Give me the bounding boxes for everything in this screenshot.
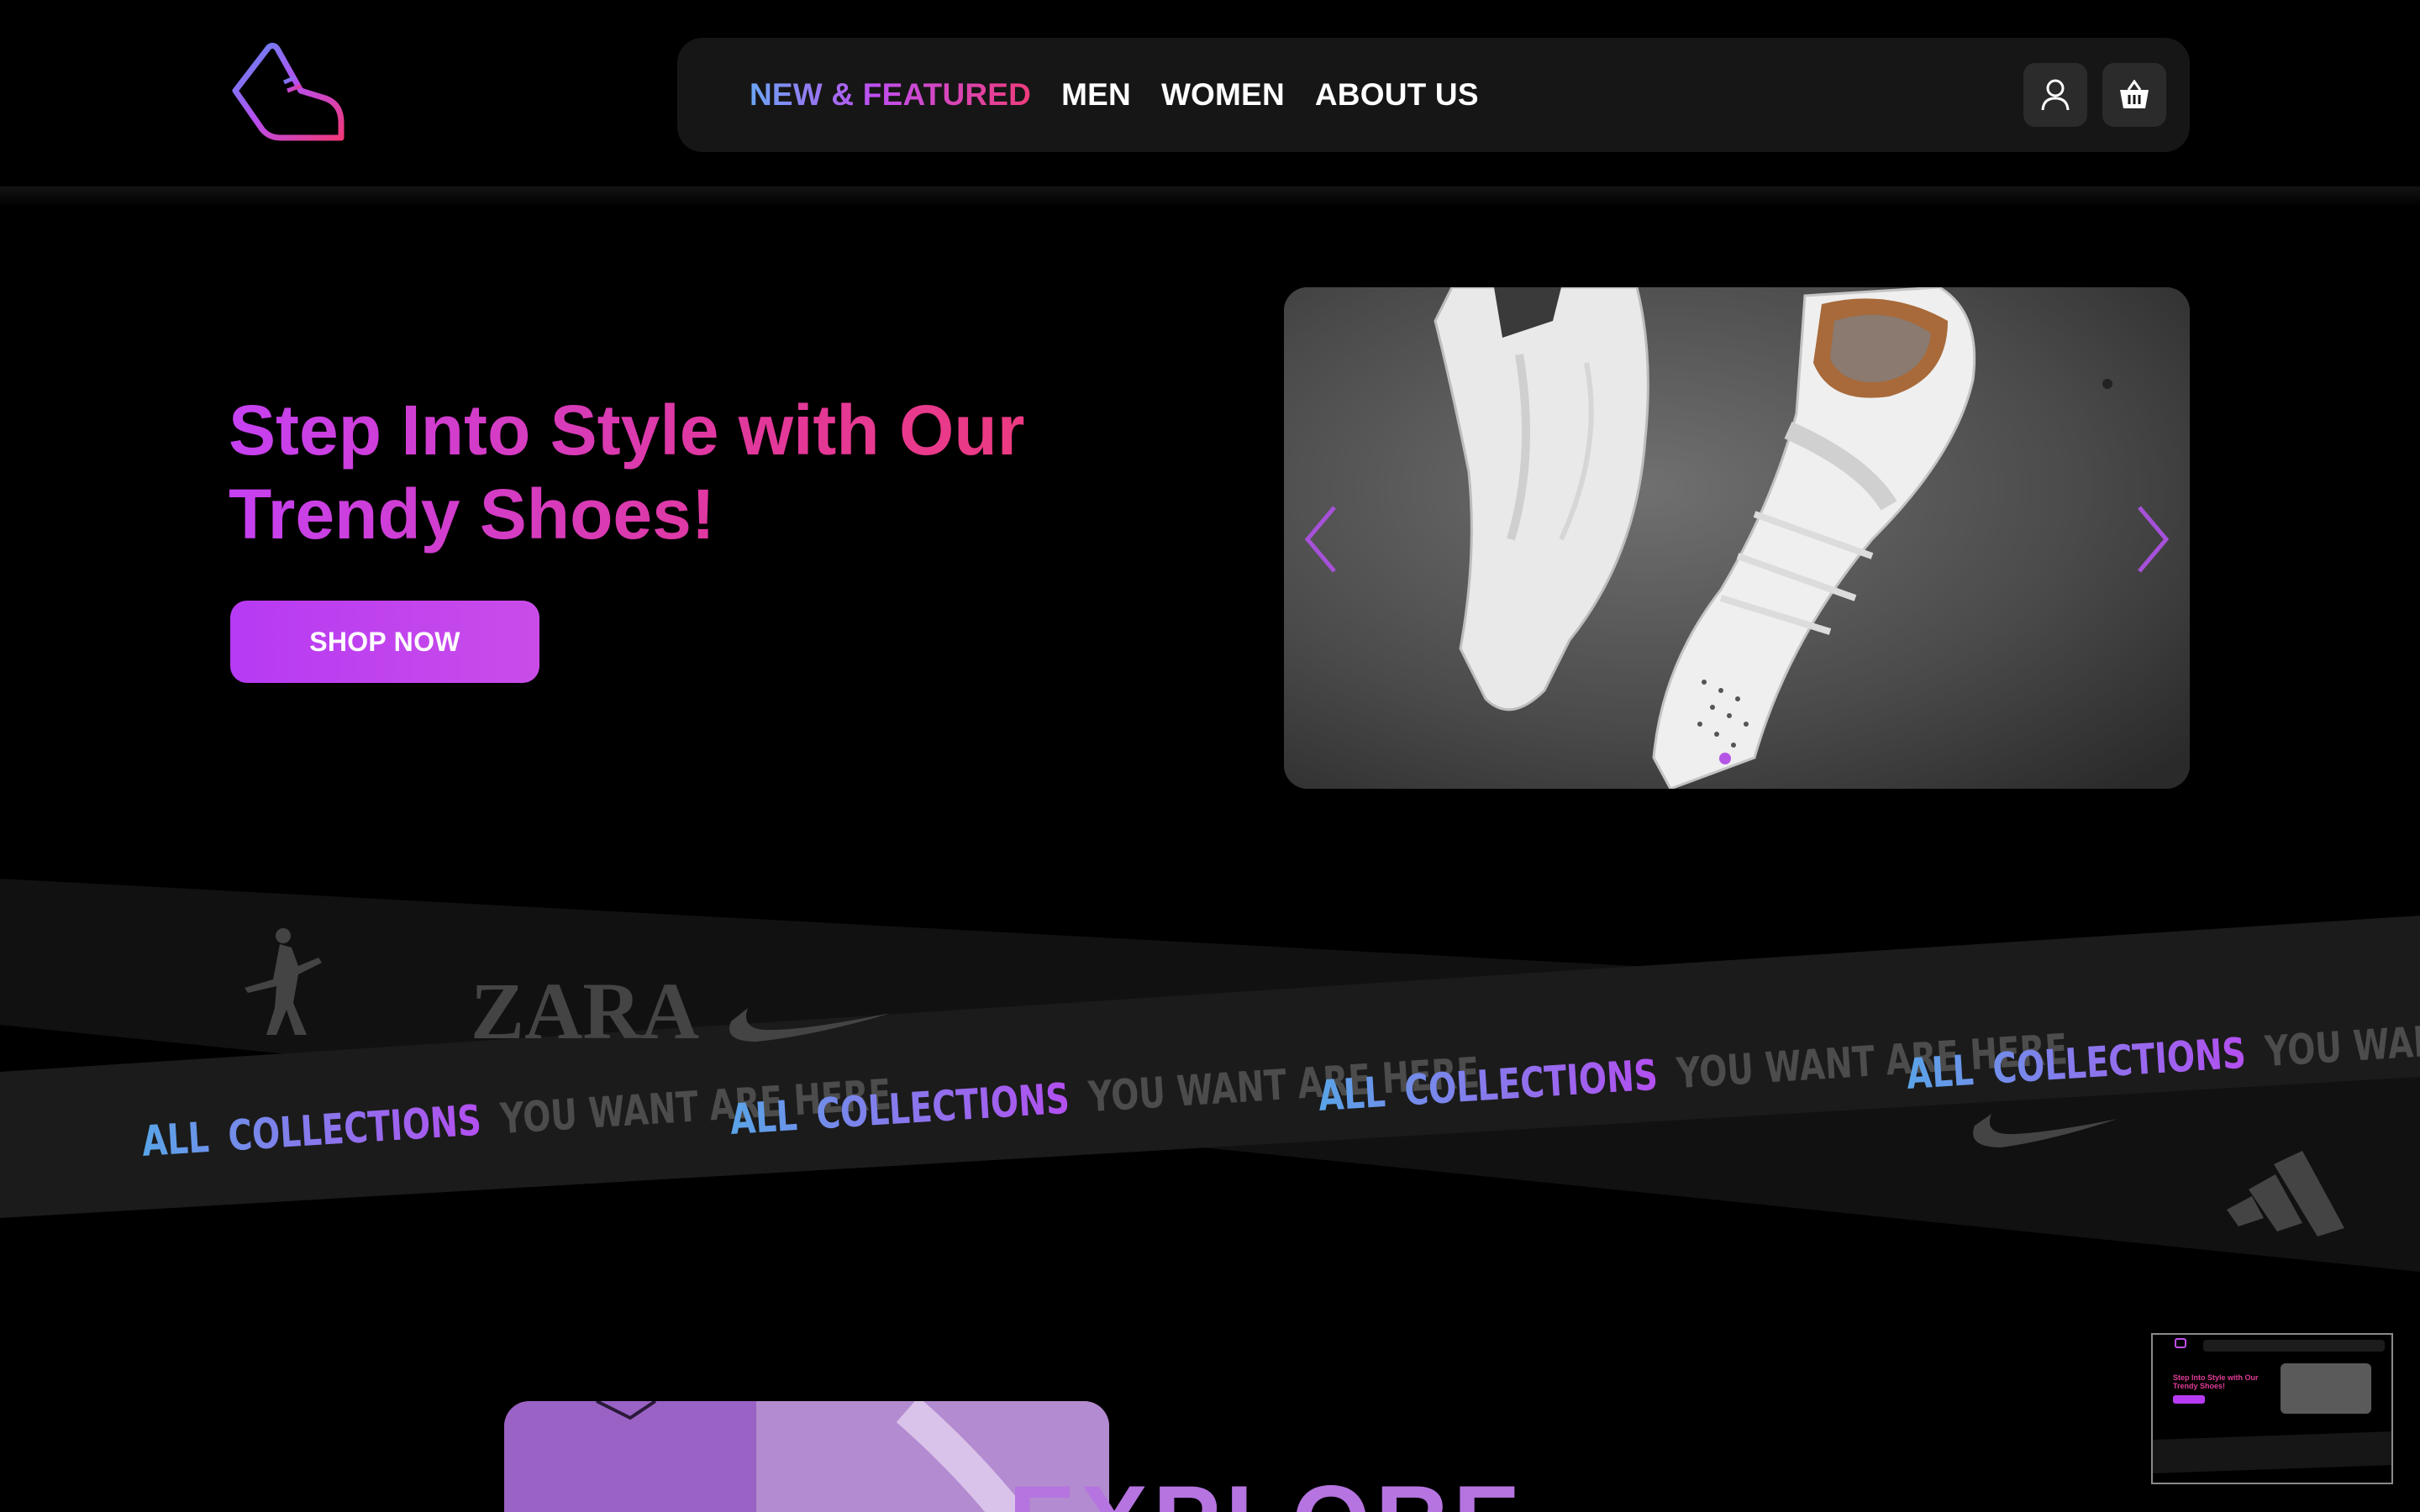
cart-button[interactable] [2102, 63, 2166, 127]
hero-title-line1: Step Into Style with Our [229, 391, 1025, 470]
page-minimap[interactable]: Step Into Style with Our Trendy Shoes! [2151, 1333, 2393, 1484]
mini-shop-button [2173, 1395, 2205, 1404]
mini-hero-title-line1: Step Into Style with Our [2173, 1373, 2259, 1382]
chevron-right-icon[interactable] [2128, 497, 2178, 581]
mini-hero-title: Step Into Style with Our Trendy Shoes! [2173, 1373, 2265, 1390]
user-account-button[interactable] [2023, 63, 2087, 127]
user-icon [2041, 79, 2070, 111]
basket-icon [2120, 80, 2149, 108]
hero-title: Step Into Style with Our Trendy Shoes! [229, 388, 1119, 556]
mini-hero-title-line2: Trendy Shoes! [2173, 1382, 2226, 1390]
site-header: NEW & FEATURED MEN WOMEN ABOUT US [0, 0, 2420, 192]
mini-carousel [2281, 1363, 2371, 1414]
nav-links: NEW & FEATURED MEN WOMEN ABOUT US [750, 38, 1479, 152]
brands-band: ZARA ALL COLLECTIONS YOU WANT ARE HERE A… [0, 874, 2420, 1277]
mini-logo-icon [2175, 1338, 2186, 1348]
mini-navbar [2203, 1340, 2385, 1352]
zara-logo: ZARA [471, 966, 699, 1056]
nav-item-women[interactable]: WOMEN [1161, 77, 1285, 113]
main-navbar: NEW & FEATURED MEN WOMEN ABOUT US [677, 38, 2190, 152]
explore-heading: EXPLORE [1008, 1463, 1525, 1512]
hero-title-line2: Trendy Shoes! [229, 475, 715, 554]
chevron-left-icon[interactable] [1296, 497, 1346, 581]
shop-now-button[interactable]: SHOP NOW [230, 601, 539, 683]
sneakers-photo [1284, 287, 2190, 789]
hero-carousel[interactable] [1284, 287, 2190, 789]
nav-item-men[interactable]: MEN [1061, 77, 1131, 113]
nav-item-new-featured[interactable]: NEW & FEATURED [750, 77, 1031, 113]
header-divider [0, 186, 2420, 207]
carousel-dot[interactable] [1719, 753, 1731, 764]
shoe-logo-icon[interactable] [229, 42, 350, 150]
nav-item-about-us[interactable]: ABOUT US [1315, 77, 1479, 113]
mini-band [2153, 1431, 2391, 1474]
